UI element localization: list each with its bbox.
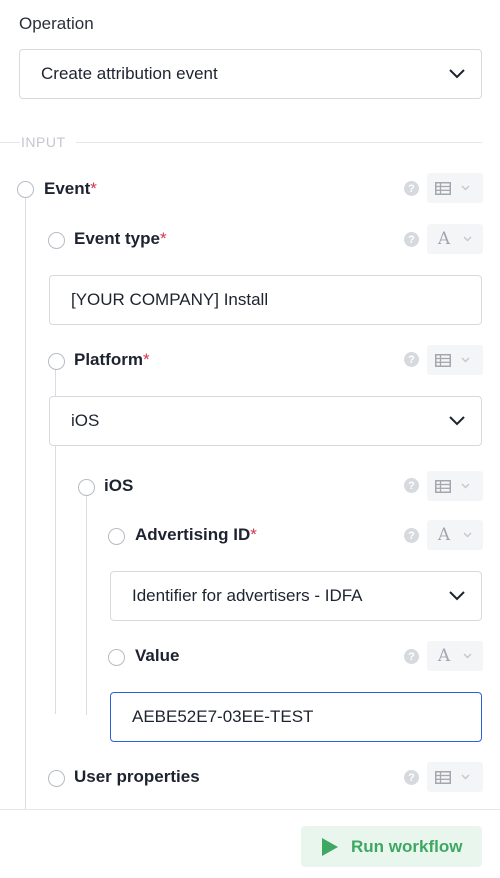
chevron-down-icon <box>463 653 472 659</box>
event-type-label: Event type* <box>74 229 167 248</box>
help-icon[interactable]: ? <box>404 770 419 785</box>
section-divider-right <box>76 142 482 143</box>
chevron-down-icon <box>463 236 472 242</box>
required-marker: * <box>159 229 167 248</box>
section-divider-left <box>0 142 20 143</box>
event-radio[interactable] <box>17 181 34 198</box>
play-icon <box>322 837 338 856</box>
input-section-title: INPUT <box>21 134 66 150</box>
operation-label: Operation <box>19 14 94 33</box>
chevron-down-icon <box>463 532 472 538</box>
event-type-radio[interactable] <box>48 232 65 249</box>
chevron-down-icon <box>461 774 470 780</box>
field-type-button-value[interactable]: A <box>427 641 483 671</box>
help-icon[interactable]: ? <box>404 352 419 367</box>
chevron-down-icon <box>461 357 470 363</box>
footer-divider <box>0 809 500 810</box>
event-type-input[interactable]: [YOUR COMPANY] Install <box>49 275 482 325</box>
run-workflow-label: Run workflow <box>351 836 463 856</box>
field-type-button-event-type[interactable]: A <box>427 224 483 254</box>
chevron-down-icon <box>461 185 470 191</box>
help-icon[interactable]: ? <box>404 528 419 543</box>
help-icon[interactable]: ? <box>404 478 419 493</box>
field-type-button-event[interactable] <box>427 173 483 203</box>
platform-selected-value: iOS <box>71 411 100 430</box>
field-type-button-ios[interactable] <box>427 471 483 501</box>
operation-select[interactable]: Create attribution event <box>19 49 482 99</box>
help-icon[interactable]: ? <box>404 181 419 196</box>
ios-radio[interactable] <box>78 479 95 496</box>
chevron-down-icon <box>449 416 465 426</box>
advertising-id-radio[interactable] <box>108 528 125 545</box>
table-icon <box>435 770 451 784</box>
tree-line-ios <box>86 495 87 715</box>
table-icon <box>435 479 451 493</box>
run-workflow-button[interactable]: Run workflow <box>301 826 482 867</box>
field-type-button-advertising-id[interactable]: A <box>427 520 483 550</box>
advertising-id-selected-value: Identifier for advertisers - IDFA <box>132 586 363 605</box>
help-icon[interactable]: ? <box>404 649 419 664</box>
chevron-down-icon <box>461 483 470 489</box>
required-marker: * <box>250 525 257 544</box>
ios-label: iOS <box>104 476 134 495</box>
field-type-button-platform[interactable] <box>427 345 483 375</box>
advertising-id-select[interactable]: Identifier for advertisers - IDFA <box>110 571 482 621</box>
value-radio[interactable] <box>108 649 125 666</box>
chevron-down-icon <box>449 69 465 79</box>
platform-radio[interactable] <box>48 353 65 370</box>
table-icon <box>435 353 451 367</box>
text-type-icon: A <box>437 525 451 545</box>
table-icon <box>435 181 451 195</box>
event-label: Event* <box>44 179 97 198</box>
field-type-button-user-properties[interactable] <box>427 762 483 792</box>
value-label: Value <box>135 646 180 665</box>
advertising-id-label: Advertising ID* <box>135 525 257 544</box>
user-properties-label: User properties <box>74 767 200 786</box>
text-type-icon: A <box>437 229 451 249</box>
operation-selected-value: Create attribution event <box>41 64 218 83</box>
platform-select[interactable]: iOS <box>49 396 482 446</box>
tree-line-event <box>25 198 26 810</box>
help-icon[interactable]: ? <box>404 232 419 247</box>
platform-label: Platform* <box>74 350 150 369</box>
value-input-value: AEBE52E7-03EE-TEST <box>132 707 314 726</box>
required-marker: * <box>90 179 97 198</box>
text-type-icon: A <box>437 646 451 666</box>
event-type-value: [YOUR COMPANY] Install <box>71 290 269 309</box>
chevron-down-icon <box>449 591 465 601</box>
user-properties-radio[interactable] <box>48 770 65 787</box>
value-input[interactable]: AEBE52E7-03EE-TEST <box>110 692 482 742</box>
required-marker: * <box>142 350 150 369</box>
